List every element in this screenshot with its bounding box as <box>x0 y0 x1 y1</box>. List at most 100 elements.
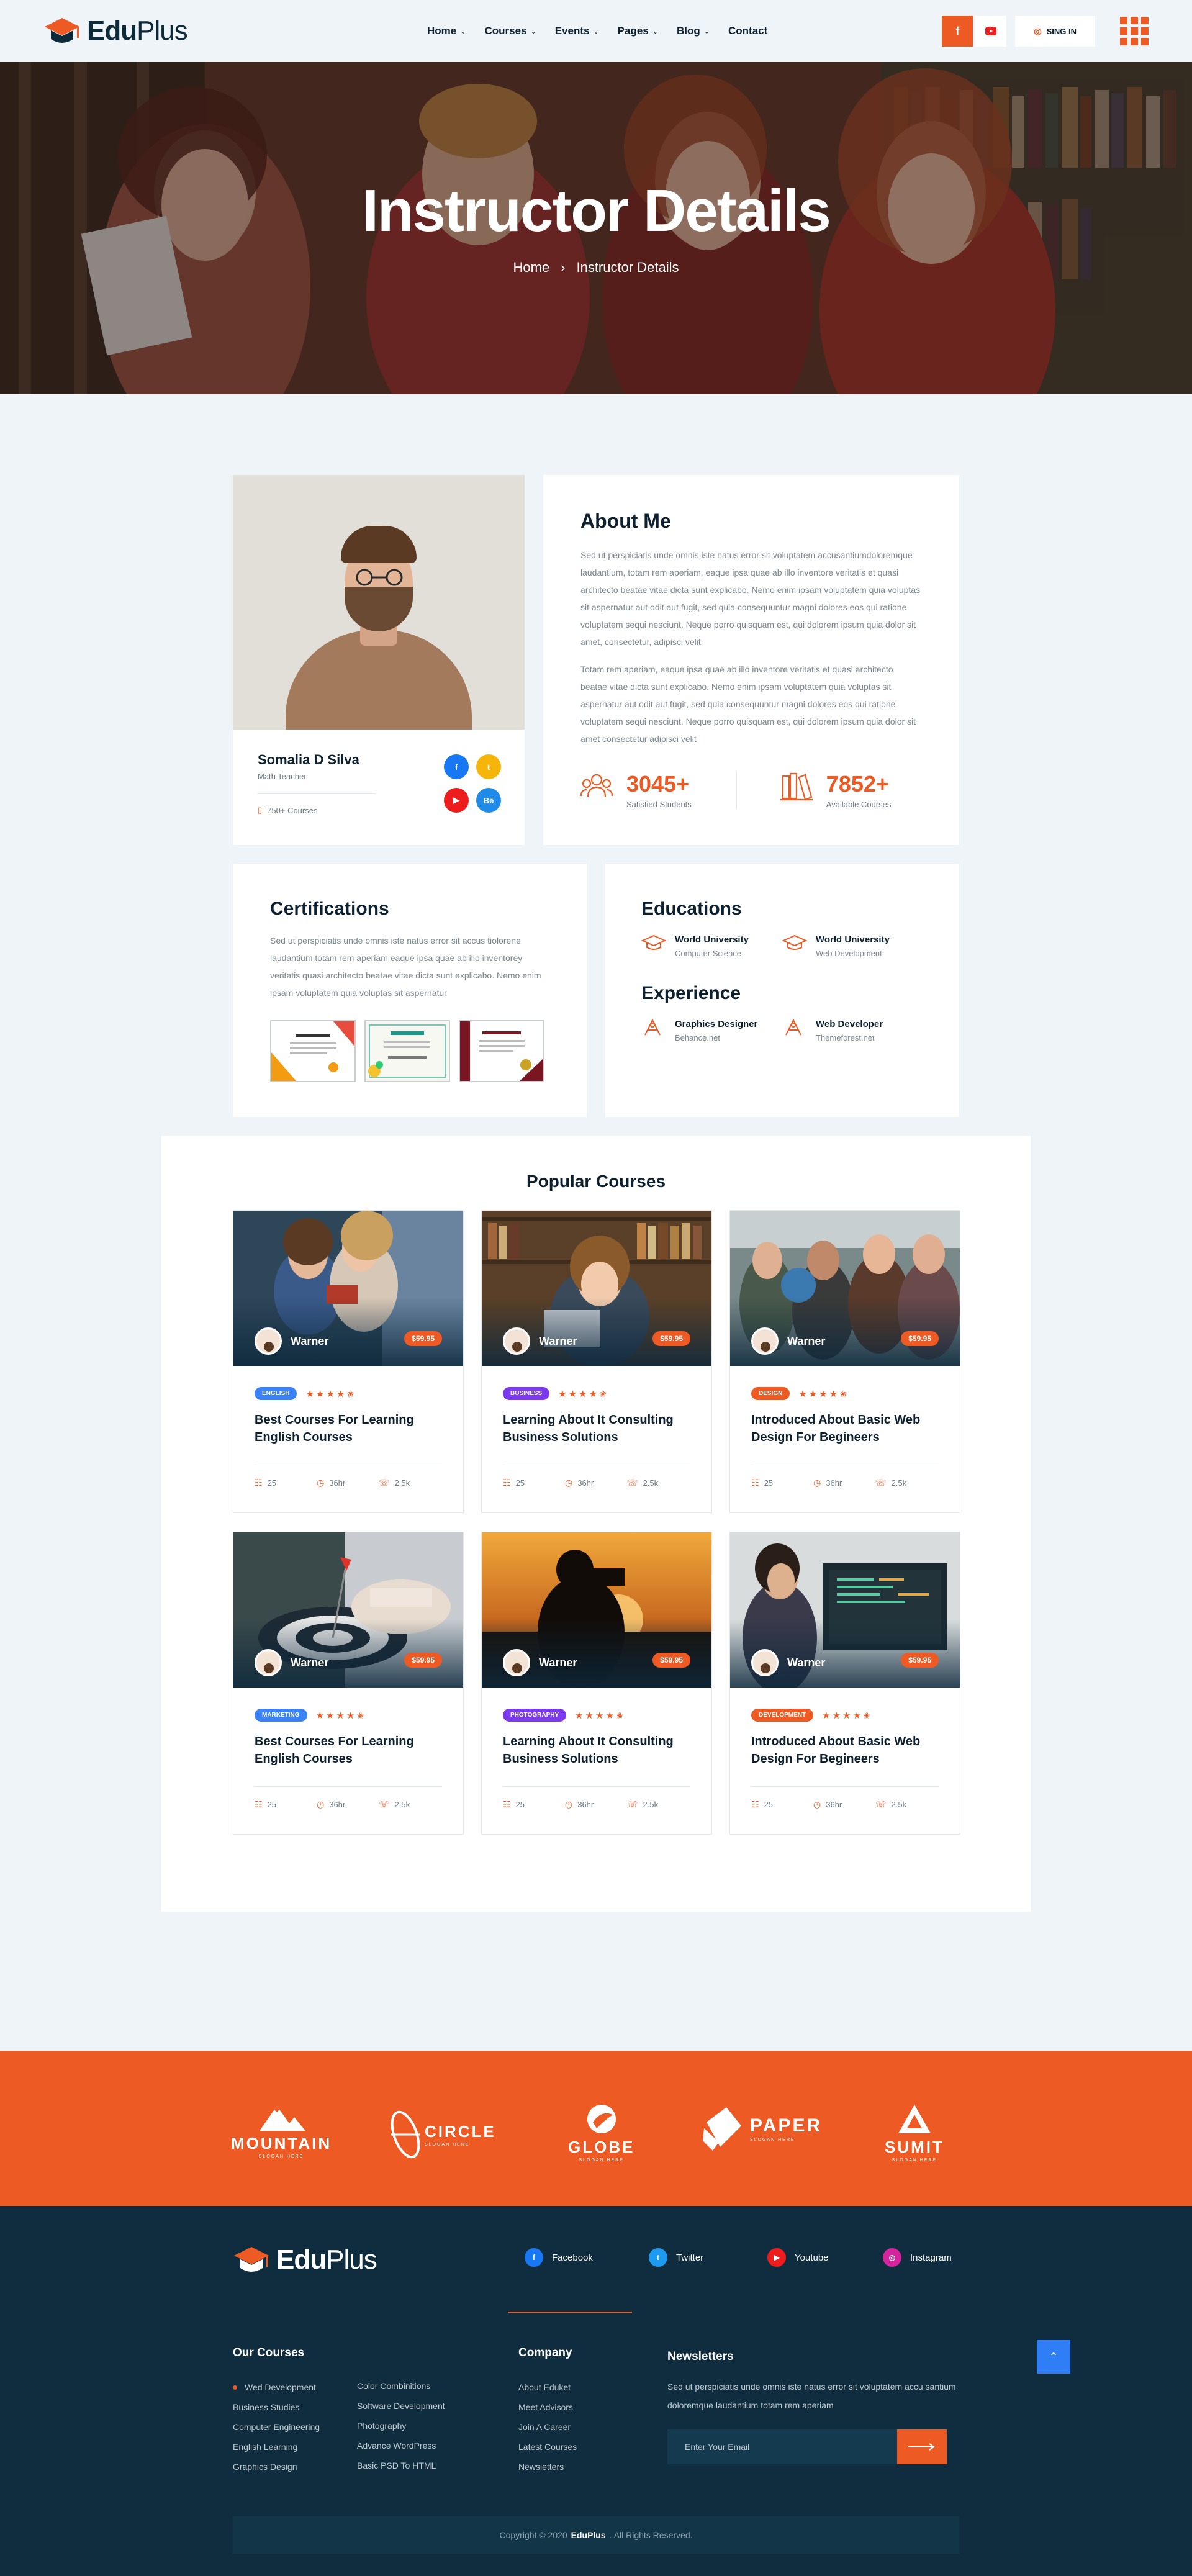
experience-item: Web Developer Themeforest.net <box>782 1019 923 1042</box>
course-author[interactable]: Warner <box>751 1649 825 1676</box>
course-thumbnail[interactable]: Warner $59.95 <box>482 1532 711 1688</box>
avatar <box>503 1327 530 1355</box>
grid-menu-icon[interactable] <box>1120 17 1149 45</box>
brand-logo-circle[interactable]: CIRCLE SLOGAN HERE <box>390 2107 496 2162</box>
footer-link[interactable]: Newsletters <box>518 2457 577 2477</box>
facebook-icon[interactable]: f <box>942 16 973 47</box>
sign-in-label: SING IN <box>1046 26 1077 36</box>
footer-link[interactable]: Business Studies <box>233 2397 320 2417</box>
about-paragraph-2: Totam rem aperiam, eaque ipsa quae ab il… <box>580 664 916 744</box>
about-card: About Me Sed ut perspiciatis unde omnis … <box>543 475 959 845</box>
rating-stars-icon: ★★★★✬ <box>575 1710 626 1721</box>
header-actions: f ◎ SING IN <box>942 16 1149 47</box>
footer-link[interactable]: Join A Career <box>518 2417 577 2437</box>
clock-icon: ◷ <box>813 1478 821 1488</box>
brand-logo-paper[interactable]: PAPER SLOGAN HERE <box>702 2104 822 2153</box>
newsletter-email-input[interactable] <box>667 2429 897 2464</box>
footer-twitter-link[interactable]: t Twitter <box>649 2248 703 2267</box>
footer-link[interactable]: Meet Advisors <box>518 2397 577 2417</box>
course-card[interactable]: Warner $59.95 ENGLISH ★★★★✬ Best Courses… <box>233 1210 464 1513</box>
certificate-image[interactable] <box>270 1020 356 1082</box>
course-author[interactable]: Warner <box>751 1327 825 1355</box>
course-title[interactable]: Introduced About Basic Web Design For Be… <box>751 1411 939 1446</box>
course-category-tag[interactable]: MARKETING <box>255 1709 307 1722</box>
footer-link[interactable]: Software Development <box>357 2396 445 2416</box>
course-thumbnail[interactable]: Warner $59.95 <box>730 1211 960 1366</box>
twitter-icon[interactable]: t <box>476 754 501 779</box>
course-author[interactable]: Warner <box>503 1327 577 1355</box>
course-thumbnail[interactable]: Warner $59.95 <box>482 1211 711 1366</box>
footer-our-courses-2: Color Combinitions Software Development Ph… <box>357 2376 445 2475</box>
lessons-icon: ☷ <box>503 1799 511 1809</box>
footer-link[interactable]: About Eduket <box>518 2377 577 2397</box>
course-author[interactable]: Warner <box>255 1649 328 1676</box>
course-lessons: 25 <box>267 1478 277 1488</box>
footer-link[interactable]: Latest Courses <box>518 2437 577 2457</box>
behance-icon[interactable]: Bē <box>476 788 501 813</box>
course-author[interactable]: Warner <box>503 1649 577 1676</box>
course-title[interactable]: Best Courses For Learning English Course… <box>255 1411 442 1446</box>
course-title[interactable]: Best Courses For Learning English Course… <box>255 1733 442 1768</box>
nav-events[interactable]: Events ⌄ <box>555 25 599 37</box>
nav-blog[interactable]: Blog ⌄ <box>677 25 710 37</box>
footer-link[interactable]: Basic PSD To HTML <box>357 2456 445 2475</box>
footer-facebook-link[interactable]: f Facebook <box>525 2248 593 2267</box>
footer-logo[interactable]: EduPlus <box>233 2243 377 2277</box>
brand-logo-sumit[interactable]: SUMIT SLOGAN HERE <box>885 2104 944 2162</box>
chevron-up-icon: ⌃ <box>1049 2350 1059 2363</box>
footer-link[interactable]: English Learning <box>233 2437 320 2457</box>
main-content: Somalia D Silva Math Teacher ▯ 750+ Cour… <box>0 394 1192 2051</box>
course-author[interactable]: Warner <box>255 1327 328 1355</box>
course-title[interactable]: Learning About It Consulting Business So… <box>503 1411 690 1446</box>
nav-pages[interactable]: Pages ⌄ <box>618 25 658 37</box>
brand-logo-mountain[interactable]: MOUNTAIN SLOGAN HERE <box>231 2104 332 2159</box>
footer-link[interactable]: Graphics Design <box>233 2457 320 2477</box>
site-header: EduPlus Home ⌄ Courses ⌄ Events ⌄ Pages ⌄ Bl… <box>0 0 1192 62</box>
newsletter-submit-button[interactable] <box>897 2429 947 2464</box>
course-price-badge: $59.95 <box>901 1653 939 1668</box>
course-card[interactable]: Warner $59.95 DESIGN ★★★★✬ Introduced Ab… <box>729 1210 960 1513</box>
course-category-tag[interactable]: BUSINESS <box>503 1387 550 1400</box>
course-meta: ☷ 25 ◷ 36hr ☏ 2.5k <box>503 1478 690 1488</box>
footer-youtube-link[interactable]: ▶ Youtube <box>767 2248 829 2267</box>
scroll-to-top-button[interactable]: ⌃ <box>1037 2340 1070 2374</box>
course-category-tag[interactable]: DEVELOPMENT <box>751 1709 814 1722</box>
twitter-icon: t <box>649 2248 667 2267</box>
nav-home[interactable]: Home ⌄ <box>427 25 466 37</box>
footer-instagram-link[interactable]: ◎ Instagram <box>883 2248 952 2267</box>
footer-link[interactable]: Computer Engineering <box>233 2417 320 2437</box>
course-card[interactable]: Warner $59.95 MARKETING ★★★★✬ Best Cours… <box>233 1532 464 1835</box>
youtube-icon[interactable] <box>975 16 1007 47</box>
certificate-image[interactable] <box>459 1020 544 1082</box>
course-category-tag[interactable]: DESIGN <box>751 1387 790 1400</box>
graduation-cap-icon <box>782 934 807 950</box>
footer-link[interactable]: Advance WordPress <box>357 2436 445 2456</box>
course-thumbnail[interactable]: Warner $59.95 <box>233 1211 463 1366</box>
nav-courses[interactable]: Courses ⌄ <box>484 25 536 37</box>
breadcrumb-home[interactable]: Home <box>513 260 549 276</box>
course-thumbnail[interactable]: Warner $59.95 <box>233 1532 463 1688</box>
brand-logo-globe[interactable]: GLOBE SLOGAN HERE <box>568 2104 634 2162</box>
course-category-tag[interactable]: ENGLISH <box>255 1387 297 1400</box>
certificate-image[interactable] <box>364 1020 450 1082</box>
facebook-icon[interactable]: f <box>444 754 469 779</box>
course-card[interactable]: Warner $59.95 PHOTOGRAPHY ★★★★✬ Learning… <box>481 1532 712 1835</box>
course-card[interactable]: Warner $59.95 BUSINESS ★★★★✬ Learning Ab… <box>481 1210 712 1513</box>
nav-contact[interactable]: Contact <box>728 25 767 37</box>
course-title[interactable]: Learning About It Consulting Business So… <box>503 1733 690 1768</box>
course-title[interactable]: Introduced About Basic Web Design For Be… <box>751 1733 939 1768</box>
course-category-tag[interactable]: PHOTOGRAPHY <box>503 1709 567 1722</box>
sign-in-button[interactable]: ◎ SING IN <box>1015 16 1095 47</box>
footer-link[interactable]: Wed Development <box>233 2377 320 2397</box>
footer-link[interactable]: Photography <box>357 2416 445 2436</box>
course-comments: 2.5k <box>394 1800 410 1809</box>
footer-link[interactable]: Color Combinitions <box>357 2376 445 2396</box>
site-footer: EduPlus f Facebook t Twitter ▶ Youtube ◎ Ins… <box>0 2206 1192 2576</box>
clock-icon: ◷ <box>565 1799 573 1809</box>
course-grid: Warner $59.95 ENGLISH ★★★★✬ Best Courses… <box>233 1210 960 1835</box>
stat-courses: 7852+ Available Courses <box>780 772 891 809</box>
site-logo[interactable]: EduPlus <box>43 14 188 48</box>
course-thumbnail[interactable]: Warner $59.95 <box>730 1532 960 1688</box>
course-card[interactable]: Warner $59.95 DEVELOPMENT ★★★★✬ Introduc… <box>729 1532 960 1835</box>
youtube-icon[interactable]: ▶ <box>444 788 469 813</box>
